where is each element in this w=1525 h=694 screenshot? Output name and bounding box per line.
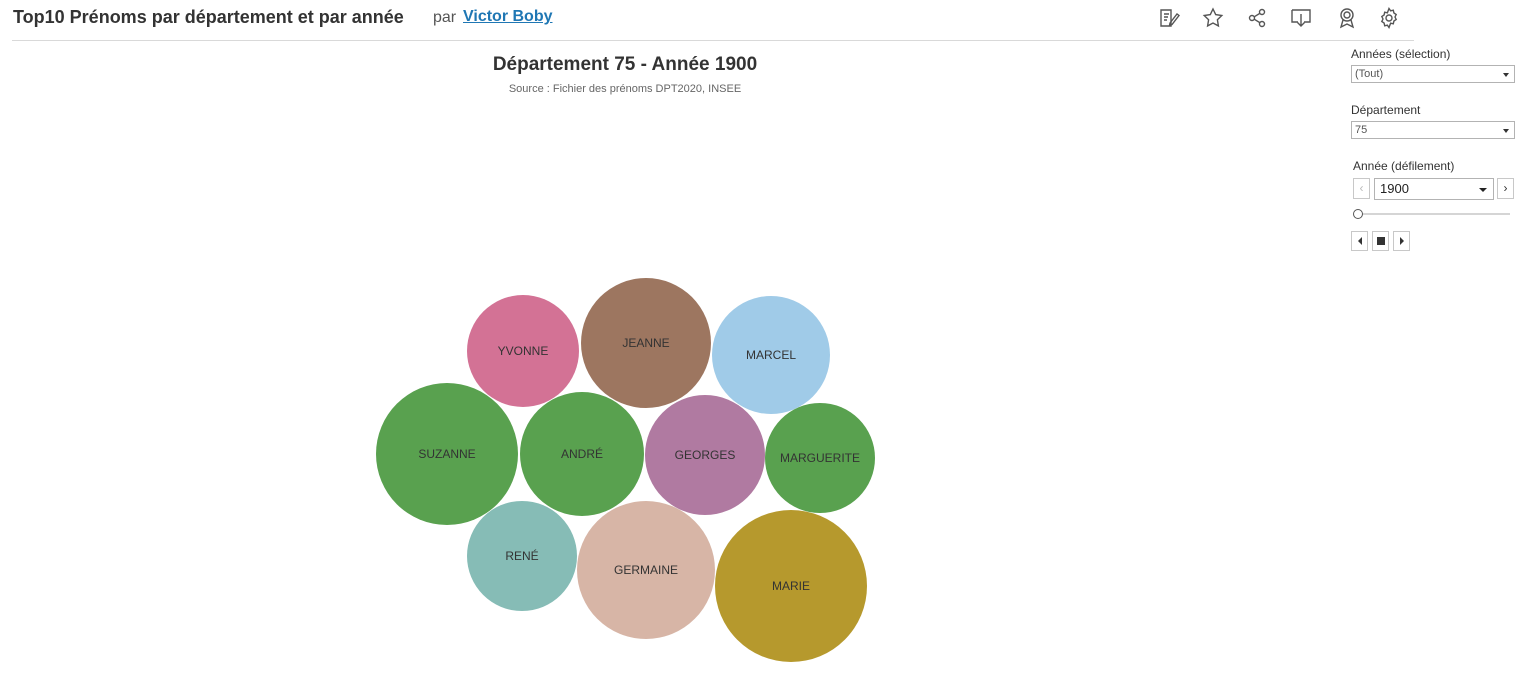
bubble-label-suzanne: SUZANNE	[418, 447, 475, 461]
play-backward-icon	[1357, 237, 1362, 245]
year-slider-track[interactable]	[1357, 213, 1510, 215]
caret-down-icon	[1479, 188, 1487, 192]
chart-title: Département 75 - Année 1900	[492, 54, 758, 75]
departement-label: Département	[1351, 103, 1421, 117]
bubble-label-yvonne: YVONNE	[498, 344, 549, 358]
previous-year-button[interactable]: ‹	[1353, 178, 1370, 199]
bubble-label-germaine: GERMAINE	[614, 563, 678, 577]
download-icon[interactable]	[1289, 6, 1313, 30]
caret-down-icon	[1503, 129, 1509, 133]
play-forward-icon	[1399, 237, 1404, 245]
play-forward-button[interactable]	[1393, 231, 1410, 251]
play-backward-button[interactable]	[1351, 231, 1368, 251]
bubble-label-jeanne: JEANNE	[622, 336, 669, 350]
next-year-button[interactable]: ›	[1497, 178, 1514, 199]
bubble-label-rene: RENÉ	[505, 548, 538, 563]
badge-icon[interactable]	[1335, 6, 1359, 30]
year-slider-thumb[interactable]	[1353, 209, 1363, 219]
annee-defilement-dropdown[interactable]: 1900	[1374, 178, 1494, 200]
bubble-chart: YVONNE JEANNE MARCEL SUZANNE ANDRÉ GEORGES MAR…	[376, 278, 875, 662]
chart-subtitle: Source : Fichier des prénoms DPT2020, IN…	[508, 83, 742, 95]
stop-button[interactable]	[1372, 231, 1389, 251]
departement-value: 75	[1355, 124, 1368, 136]
stop-icon	[1376, 237, 1385, 245]
bubble-label-marguerite: MARGUERITE	[780, 451, 860, 465]
settings-gear-icon[interactable]	[1377, 6, 1401, 30]
annee-defilement-label: Année (défilement)	[1353, 159, 1455, 173]
bubble-label-marcel: MARCEL	[746, 348, 796, 362]
caret-down-icon	[1503, 73, 1509, 77]
departement-dropdown[interactable]: 75	[1351, 121, 1515, 139]
annees-selection-label: Années (sélection)	[1351, 47, 1451, 61]
bubble-label-andre: ANDRÉ	[561, 446, 603, 461]
annee-defilement-value: 1900	[1380, 181, 1409, 196]
bubble-label-marie: MARIE	[772, 579, 810, 593]
bubble-label-georges: GEORGES	[675, 448, 736, 462]
annees-selection-dropdown[interactable]: (Tout)	[1351, 65, 1515, 83]
annees-selection-value: (Tout)	[1355, 68, 1384, 80]
